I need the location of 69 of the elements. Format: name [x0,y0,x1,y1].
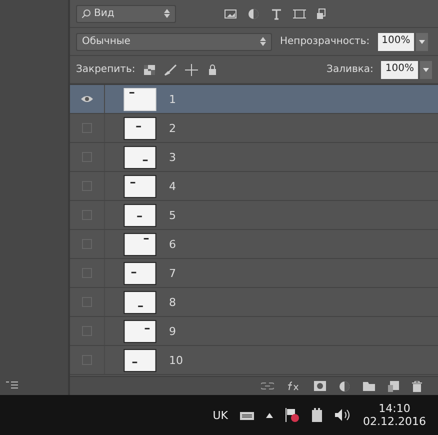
caret-icon [423,68,429,72]
eye-icon[interactable] [81,95,93,103]
move-icon[interactable] [185,64,198,76]
layer-name: 6 [169,238,176,250]
opacity-label: Непрозрачность: [280,36,370,47]
clock[interactable]: 14:10 02.12.2016 [363,402,426,428]
layer-thumbnail [123,174,157,198]
brush-icon[interactable] [164,64,178,76]
fill-dropdown[interactable] [420,60,432,78]
layer-name: 8 [169,296,176,308]
fx-icon[interactable] [287,381,301,391]
adjustment-icon[interactable] [247,8,260,20]
layer-thumbnail [123,146,157,168]
layer-row[interactable]: 1 [70,85,438,114]
opacity-field[interactable]: 100% [378,32,414,50]
layer-name: 4 [169,180,176,192]
shape-icon[interactable] [293,8,306,20]
mask-icon[interactable] [314,381,326,391]
folder-icon[interactable] [363,381,375,391]
panel-menu-icon[interactable] [6,381,18,389]
layer-name: 1 [169,92,176,106]
layer-name: 7 [169,266,176,280]
layer-thumbnail [123,348,157,372]
layer-row[interactable]: 8 [70,288,438,317]
layer-row[interactable]: 7 [70,259,438,288]
layer-row[interactable]: 5 [70,201,438,230]
layer-name: 2 [169,122,176,134]
layer-row[interactable]: 3 [70,143,438,172]
blend-mode-dropdown[interactable]: Обычные [76,32,272,50]
power-icon[interactable] [311,408,324,422]
layer-row[interactable]: 2 [70,114,438,143]
layer-thumbnail [123,320,157,342]
language-indicator[interactable]: UK [212,408,228,422]
time: 14:10 [378,402,410,415]
adjustment-layer-icon[interactable] [339,380,350,392]
volume-icon[interactable] [335,409,352,421]
fill-label: Заливка: [326,64,374,75]
layer-row[interactable]: 6 [70,230,438,259]
tray-arrow-icon[interactable] [266,412,274,418]
link-icon[interactable] [261,382,274,390]
flag-icon[interactable] [285,408,300,422]
lock-label: Закрепить: [76,64,136,75]
type-icon[interactable] [270,8,283,20]
layer-row[interactable]: 10 [70,346,438,375]
image-icon[interactable] [224,8,237,20]
layer-row[interactable]: 9 [70,317,438,346]
caret-icon [419,40,426,44]
layer-thumbnail [123,232,157,256]
opacity-dropdown[interactable] [416,32,428,50]
layer-row[interactable]: 4 [70,172,438,201]
new-layer-icon[interactable] [388,380,399,392]
layer-thumbnail [123,116,157,140]
filter-dropdown[interactable]: Вид [76,4,176,22]
layer-thumbnail [123,204,157,226]
stepper-icon [260,37,266,46]
trash-icon[interactable] [412,380,422,392]
fill-field[interactable]: 100% [381,60,418,78]
keyboard-icon[interactable] [240,410,254,420]
layer-thumbnail [123,262,157,284]
layer-thumbnail [123,290,157,314]
layer-name: 9 [169,324,176,338]
layer-thumbnail [123,88,157,110]
search-icon [82,9,91,18]
layer-name: 10 [169,354,183,366]
stepper-icon [164,9,170,18]
layer-name: 3 [169,150,176,164]
layer-name: 5 [169,208,176,222]
date: 02.12.2016 [363,415,426,428]
checker-icon[interactable] [143,64,156,76]
